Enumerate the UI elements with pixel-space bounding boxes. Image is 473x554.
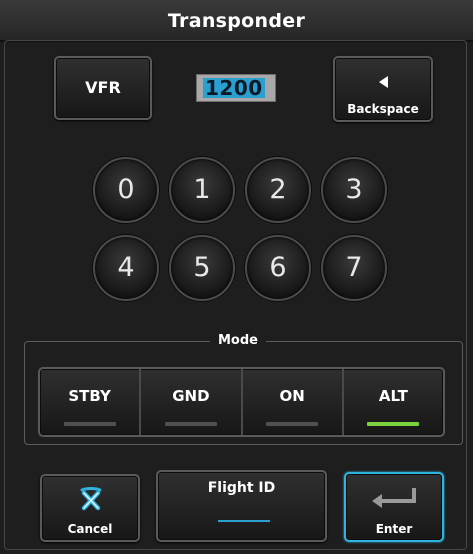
keypad-key-3[interactable]: 3 bbox=[321, 157, 387, 223]
mode-alt-label: ALT bbox=[378, 387, 408, 405]
transponder-screen: Transponder VFR 1200 Backspace 0 1 2 3 4… bbox=[0, 0, 473, 554]
enter-button[interactable]: Enter bbox=[344, 472, 444, 542]
enter-label: Enter bbox=[375, 522, 413, 536]
mode-on-indicator bbox=[266, 422, 319, 426]
backspace-button[interactable]: Backspace bbox=[333, 56, 433, 122]
flight-id-empty-field bbox=[218, 520, 270, 522]
mode-stby-label: STBY bbox=[68, 387, 111, 405]
page-title: Transponder bbox=[0, 0, 473, 42]
mode-stby-indicator bbox=[63, 422, 116, 426]
backspace-label: Backspace bbox=[347, 102, 419, 116]
keypad-key-6[interactable]: 6 bbox=[245, 235, 311, 301]
mode-stby-button[interactable]: STBY bbox=[40, 369, 142, 435]
keypad-key-0[interactable]: 0 bbox=[93, 157, 159, 223]
flight-id-label: Flight ID bbox=[207, 480, 276, 496]
flight-id-button[interactable]: Flight ID bbox=[156, 470, 327, 542]
mode-gnd-label: GND bbox=[172, 387, 210, 405]
mode-on-label: ON bbox=[279, 387, 305, 405]
keypad-key-7[interactable]: 7 bbox=[321, 235, 387, 301]
squawk-code-display: 1200 bbox=[196, 74, 276, 102]
mode-gnd-button[interactable]: GND bbox=[141, 369, 243, 435]
keypad-key-5[interactable]: 5 bbox=[169, 235, 235, 301]
keypad-key-2[interactable]: 2 bbox=[245, 157, 311, 223]
left-arrow-icon bbox=[379, 76, 388, 88]
vfr-button[interactable]: VFR bbox=[54, 56, 152, 120]
mode-selector: STBY GND ON ALT bbox=[38, 367, 445, 437]
mode-on-button[interactable]: ON bbox=[243, 369, 344, 435]
enter-arrow-icon bbox=[372, 488, 416, 508]
mode-label: Mode bbox=[210, 333, 266, 349]
cancel-button[interactable]: Cancel bbox=[40, 474, 140, 542]
squawk-code-value: 1200 bbox=[203, 76, 265, 100]
cancel-label: Cancel bbox=[67, 522, 113, 536]
mode-alt-button[interactable]: ALT bbox=[344, 369, 443, 435]
mode-alt-indicator bbox=[367, 422, 420, 426]
keypad-key-4[interactable]: 4 bbox=[93, 235, 159, 301]
mode-gnd-indicator bbox=[164, 422, 217, 426]
cancel-x-icon bbox=[80, 487, 102, 511]
keypad-key-1[interactable]: 1 bbox=[169, 157, 235, 223]
